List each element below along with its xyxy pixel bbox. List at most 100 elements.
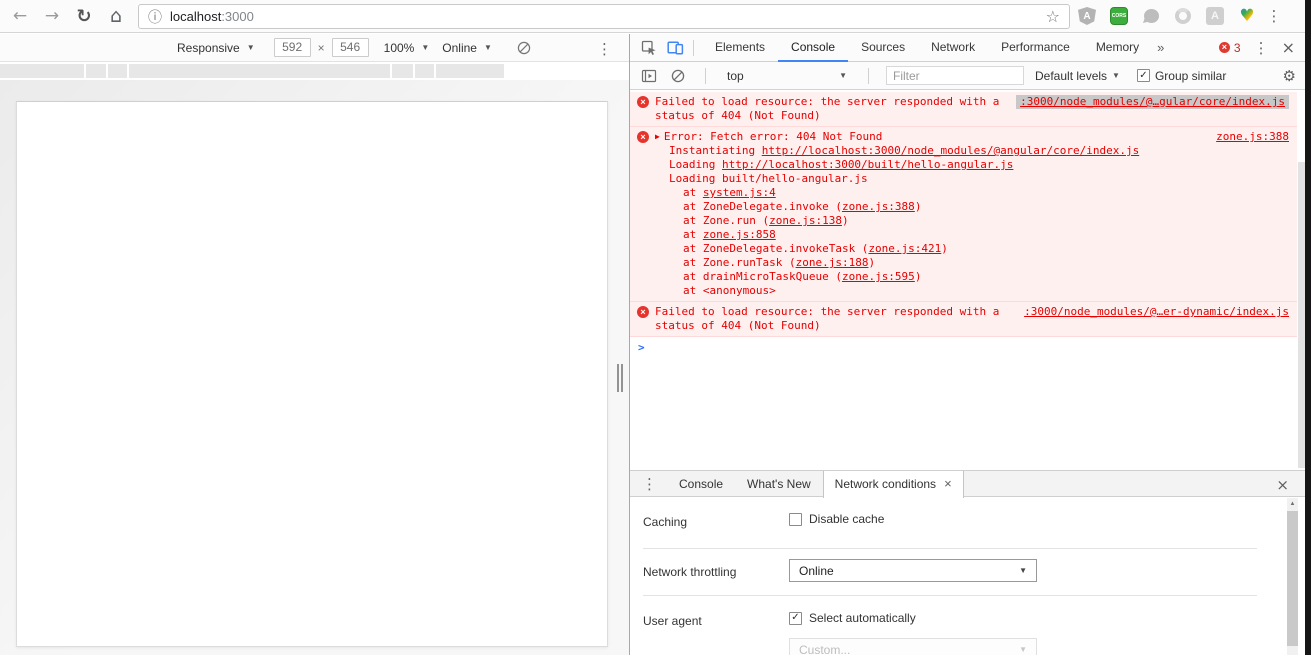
devtools-resize-handle[interactable] [617, 364, 624, 392]
devtools-tab-list: Elements Console Sources Network Performance… [702, 34, 1152, 62]
stack-frame-link[interactable]: zone.js:858 [703, 228, 776, 241]
source-location-link[interactable]: zone.js:388 [1206, 130, 1289, 144]
page-info-icon[interactable]: ⓘ [148, 7, 162, 27]
divider [643, 548, 1257, 549]
console-message-text: Failed to load resource: the server resp… [655, 305, 1000, 318]
select-automatically-label: Select automatically [809, 611, 916, 625]
group-similar-checkbox[interactable]: ✓ [1136, 69, 1150, 82]
device-width-preset[interactable] [392, 64, 413, 78]
drawer-close-icon[interactable]: × [1276, 476, 1289, 494]
devtools-close-icon[interactable]: × [1282, 38, 1295, 57]
cors-extension-icon[interactable]: CORS [1110, 7, 1128, 25]
divider [643, 595, 1257, 596]
stack-frame: at ZoneDelegate.invokeTask (zone.js:421) [683, 242, 948, 255]
devtools-panel: Elements Console Sources Network Performance… [629, 34, 1305, 655]
clear-console-icon[interactable] [668, 66, 688, 86]
throttling-select[interactable]: Online ▼ [789, 559, 1037, 582]
address-bar[interactable]: ⓘ localhost:3000 ☆ [138, 4, 1070, 29]
source-location-link[interactable]: :3000/node_modules/@…gular/core/index.js [1016, 95, 1289, 109]
disable-cache-checkbox[interactable] [789, 512, 802, 526]
stack-frame: Instantiating http://localhost:3000/node… [669, 144, 1140, 157]
stack-frame-link[interactable]: zone.js:138 [769, 214, 842, 227]
stack-frame-link[interactable]: zone.js:188 [796, 256, 869, 269]
disable-cache-label: Disable cache [809, 512, 885, 526]
page-viewport[interactable] [16, 101, 608, 647]
angular-extension-icon[interactable]: A [1078, 7, 1096, 25]
console-error-title: Error: Fetch error: 404 Not Found [663, 130, 883, 143]
device-type-selector[interactable]: Responsive ▼ [177, 41, 255, 55]
console-settings-gear-icon[interactable]: ⚙ [1283, 67, 1296, 85]
tab-console[interactable]: Console [778, 34, 848, 62]
javascript-context-selector[interactable]: top ▼ [723, 69, 851, 83]
device-toolbar-menu-icon[interactable]: ⋮ [597, 40, 612, 58]
throttle-selector[interactable]: Online ▼ [442, 41, 492, 55]
browser-menu-icon[interactable]: ⋮ [1262, 4, 1286, 28]
screen-edge [1305, 0, 1311, 655]
drawer-tab-list: Console What's New Network conditions × [667, 470, 964, 498]
stack-frame: at system.js:4 [683, 186, 776, 199]
stack-frame-link[interactable]: system.js:4 [703, 186, 776, 199]
tab-performance[interactable]: Performance [988, 34, 1083, 62]
bookmark-star-icon[interactable]: ☆ [1046, 7, 1060, 26]
expand-triangle-icon[interactable]: ▶ [655, 130, 660, 144]
error-count-badge[interactable]: × 3 [1218, 41, 1241, 55]
device-width-preset[interactable] [108, 64, 127, 78]
select-automatically-checkbox[interactable]: ✓ [789, 611, 802, 625]
acrobat-extension-icon[interactable]: A [1206, 7, 1224, 25]
chat-bubble-extension-icon[interactable] [1142, 7, 1160, 25]
devtools-menu-icon[interactable]: ⋮ [1254, 39, 1269, 57]
viewport-height-input[interactable]: 546 [331, 38, 369, 57]
inspect-element-icon[interactable] [639, 38, 659, 58]
stack-frame-link[interactable]: http://localhost:3000/built/hello-angula… [722, 158, 1013, 171]
custom-user-agent-select[interactable]: Custom... ▼ [789, 638, 1037, 655]
stack-frame-link[interactable]: http://localhost:3000/node_modules/@angu… [762, 144, 1140, 157]
url-host: localhost [170, 9, 222, 24]
forward-icon[interactable]: → [40, 4, 64, 28]
scrollbar-thumb[interactable] [1287, 511, 1298, 646]
drawer-tab-bar: ⋮ Console What's New Network conditions × × [630, 470, 1305, 498]
console-message-text: status of 404 (Not Found) [655, 319, 821, 332]
log-level-selector[interactable]: Default levels ▼ [1035, 69, 1120, 83]
console-prompt[interactable]: > [630, 337, 1297, 359]
device-width-ruler [0, 62, 629, 80]
back-icon[interactable]: ← [8, 4, 32, 28]
viewport-width-input[interactable]: 592 [273, 38, 311, 57]
close-tab-icon[interactable]: × [944, 471, 952, 497]
device-width-preset[interactable] [86, 64, 106, 78]
drawer-tab-console[interactable]: Console [667, 471, 735, 497]
tab-network[interactable]: Network [918, 34, 988, 62]
toggle-device-toolbar-icon[interactable] [665, 38, 685, 58]
ring-extension-icon[interactable] [1175, 8, 1191, 24]
stack-frame-link[interactable]: zone.js:388 [842, 200, 915, 213]
url-text[interactable]: localhost:3000 [170, 9, 254, 24]
scroll-up-icon[interactable]: ▲ [1287, 498, 1298, 510]
tab-sources[interactable]: Sources [848, 34, 918, 62]
drawer-scrollbar[interactable]: ▲ [1287, 498, 1298, 655]
console-toolbar: top ▼ Default levels ▼ ✓ Group similar ⚙ [630, 62, 1305, 90]
console-scrollbar[interactable] [1298, 162, 1305, 468]
console-sidebar-toggle-icon[interactable] [639, 66, 659, 86]
more-tabs-icon[interactable]: » [1157, 40, 1164, 55]
reload-icon[interactable]: ↻ [72, 4, 96, 28]
stack-frame-link[interactable]: zone.js:595 [842, 270, 915, 283]
source-location-link[interactable]: :3000/node_modules/@…er-dynamic/index.js [1014, 305, 1289, 319]
tab-memory[interactable]: Memory [1083, 34, 1152, 62]
console-filter-input[interactable] [886, 66, 1024, 85]
stack-frame-link[interactable]: zone.js:421 [868, 242, 941, 255]
chevron-down-icon: ▼ [1112, 71, 1120, 80]
drawer: ⋮ Console What's New Network conditions × ×… [630, 470, 1305, 655]
home-icon[interactable]: ⌂ [104, 4, 128, 28]
drawer-tab-network-conditions[interactable]: Network conditions × [822, 470, 964, 498]
prompt-chevron-icon: > [638, 341, 645, 354]
stack-frame: Loading http://localhost:3000/built/hell… [669, 158, 1014, 171]
tab-elements[interactable]: Elements [702, 34, 778, 62]
device-width-preset[interactable] [415, 64, 434, 78]
device-width-preset[interactable] [0, 64, 84, 78]
device-width-preset[interactable] [436, 64, 504, 78]
device-width-preset[interactable] [129, 64, 390, 78]
heart-extension-icon[interactable]: ♥ [1238, 6, 1256, 26]
drawer-menu-icon[interactable]: ⋮ [642, 475, 657, 493]
drawer-tab-what-s-new[interactable]: What's New [735, 471, 823, 497]
group-similar-toggle[interactable]: ✓ Group similar [1136, 69, 1226, 83]
zoom-selector[interactable]: 100% ▼ [384, 41, 430, 55]
